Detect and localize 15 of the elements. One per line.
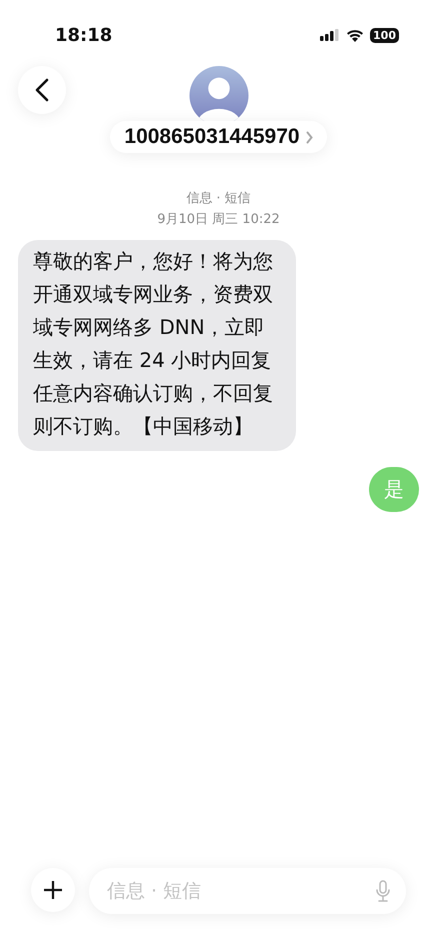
wifi-icon xyxy=(346,28,364,42)
back-icon xyxy=(35,78,49,102)
message-field[interactable]: 信息 · 短信 xyxy=(89,868,406,914)
back-button[interactable] xyxy=(18,66,66,114)
received-message: 尊敬的客户，您好！将为您开通双域专网业务，资费双域专网网络多 DNN，立即生效，请在 24 小时内回复任意内容确认订购，不回复则不订购。【中国移动】 xyxy=(18,240,296,451)
message-date: 9月10日 周三 10:22 xyxy=(157,211,280,228)
plus-icon xyxy=(43,880,63,900)
signal-icon xyxy=(320,29,340,41)
chevron-icon xyxy=(306,130,313,144)
battery-level: 100 xyxy=(370,28,399,42)
add-button[interactable] xyxy=(31,868,75,912)
status-time: 18:18 xyxy=(55,24,112,46)
microphone-icon xyxy=(376,880,390,902)
sent-message: 是 xyxy=(369,467,419,512)
service-label: 信息 · 短信 xyxy=(186,190,251,207)
